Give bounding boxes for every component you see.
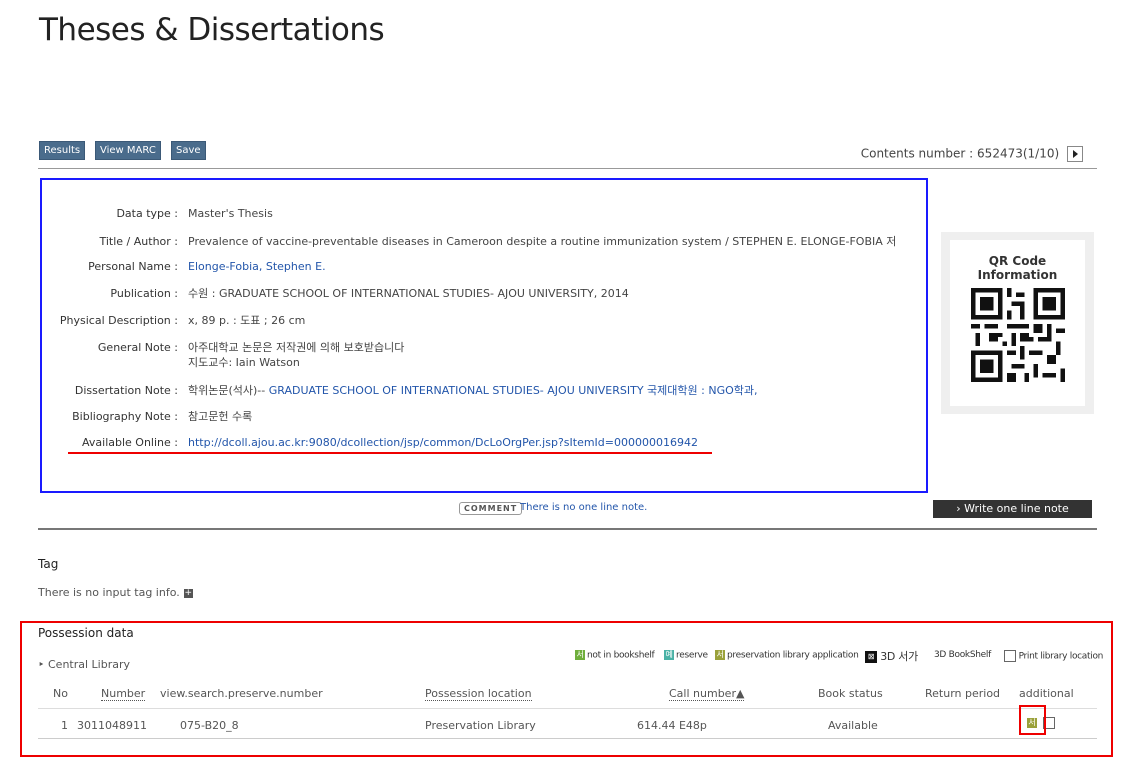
results-button[interactable]: Results [39,141,86,160]
available-online-link[interactable]: http://dcoll.ajou.ac.kr:9080/dcollection… [188,436,698,450]
detail-value: Prevalence of vaccine-preventable diseas… [188,235,897,248]
save-button[interactable]: Save [171,141,206,160]
contents-number: Contents number : 652473(1/10) [861,146,1083,162]
3d-shelf-icon: ⊠ [865,651,877,663]
col-location[interactable]: Possession location [425,687,532,701]
detail-label: Dissertation Note : [74,384,178,397]
legend-preservation: 서 preservation library application [715,650,859,661]
preservation-icon: 서 [715,650,725,660]
legend-label: not in bookshelf [587,650,655,661]
personal-name-link[interactable]: Elonge-Fobia, Stephen E. [188,260,326,274]
additional-highlight [1019,705,1046,735]
legend-label: Print library location [1018,651,1104,662]
table-header-divider [38,708,1097,709]
print-icon [1004,650,1016,662]
page-title: Theses & Dissertations [39,12,385,48]
comment-text: There is no one line note. [520,502,648,513]
add-tag-icon[interactable]: + [183,588,193,598]
detail-label: Title / Author : [99,235,178,248]
available-online-underline [68,452,712,454]
detail-label: General Note : [97,341,178,354]
library-name: ‣ Central Library [38,658,131,671]
divider [38,168,1097,169]
comment-badge: COMMENT [459,502,523,515]
detail-value-advisor: 지도교수: Iain Watson [188,356,300,369]
detail-label: Bibliography Note : [72,410,178,423]
qr-code-image [971,288,1065,382]
detail-label: Data type : [116,207,178,220]
col-return: Return period [925,687,1001,700]
table-bottom-divider [38,738,1097,739]
detail-value: 수원 : GRADUATE SCHOOL OF INTERNATIONAL ST… [188,287,629,300]
legend-not-in-bookshelf: 서 not in bookshelf [575,650,655,661]
contents-value: 652473(1/10) [977,146,1060,161]
col-number[interactable]: Number [101,687,146,701]
cell-preserve: 075-B20_8 [180,719,239,732]
detail-value: Master's Thesis [188,207,273,220]
print-location-link[interactable]: Print library location [1004,650,1103,662]
cell-location: Preservation Library [425,719,536,732]
qr-panel: QR Code Information [941,232,1094,414]
detail-value: x, 89 p. : 도표 ; 26 cm [188,314,306,327]
tag-heading: Tag [38,557,59,571]
detail-label: Available Online : [82,436,178,449]
legend-label: 3D 서가 [880,650,918,663]
col-status: Book status [818,687,883,700]
detail-value: 아주대학교 논문은 저작권에 의해 보호받습니다 [188,341,405,354]
not-in-bookshelf-icon: 서 [575,650,585,660]
qr-title: QR Code Information [977,254,1058,282]
next-record-icon[interactable] [1067,146,1083,162]
write-note-button[interactable]: › Write one line note contents [933,500,1092,533]
cell-no: 1 [61,719,68,732]
bookshelf-3d-link[interactable]: 3D BookShelf [934,650,991,660]
col-preserve-number: view.search.preserve.number [160,687,323,700]
reserve-icon: 예 [664,650,674,660]
detail-label: Personal Name : [88,260,178,273]
tag-info-text: There is no input tag info. [38,586,180,599]
legend-label: preservation library application [727,650,859,661]
legend-3d: ⊠ 3D 서가 [865,648,918,664]
legend-label: reserve [676,650,708,661]
dissertation-link[interactable]: GRADUATE SCHOOL OF INTERNATIONAL STUDIES… [269,384,758,397]
col-call-number[interactable]: Call number▲ [669,687,745,701]
dissertation-prefix: 학위논문(석사)-- [188,384,269,397]
divider [38,528,1097,530]
detail-value: 참고문헌 수록 [188,410,253,423]
view-marc-button[interactable]: View MARC [95,141,161,160]
col-no: No [53,687,68,700]
detail-label: Physical Description : [59,314,178,327]
legend-reserve: 예 reserve [664,650,708,661]
cell-number: 3011048911 [77,719,147,732]
library-label: Central Library [48,658,131,671]
cell-status: Available [828,719,878,732]
qr-card: QR Code Information [950,240,1085,406]
tag-info: There is no input tag info. + [38,586,193,599]
contents-label: Contents number : [860,146,974,161]
col-additional: additional [1019,687,1074,700]
possession-heading: Possession data [38,626,134,640]
detail-value: 학위논문(석사)-- GRADUATE SCHOOL OF INTERNATIO… [188,384,758,398]
cell-call-number: 614.44 E48p [637,719,707,732]
detail-label: Publication : [110,287,178,300]
